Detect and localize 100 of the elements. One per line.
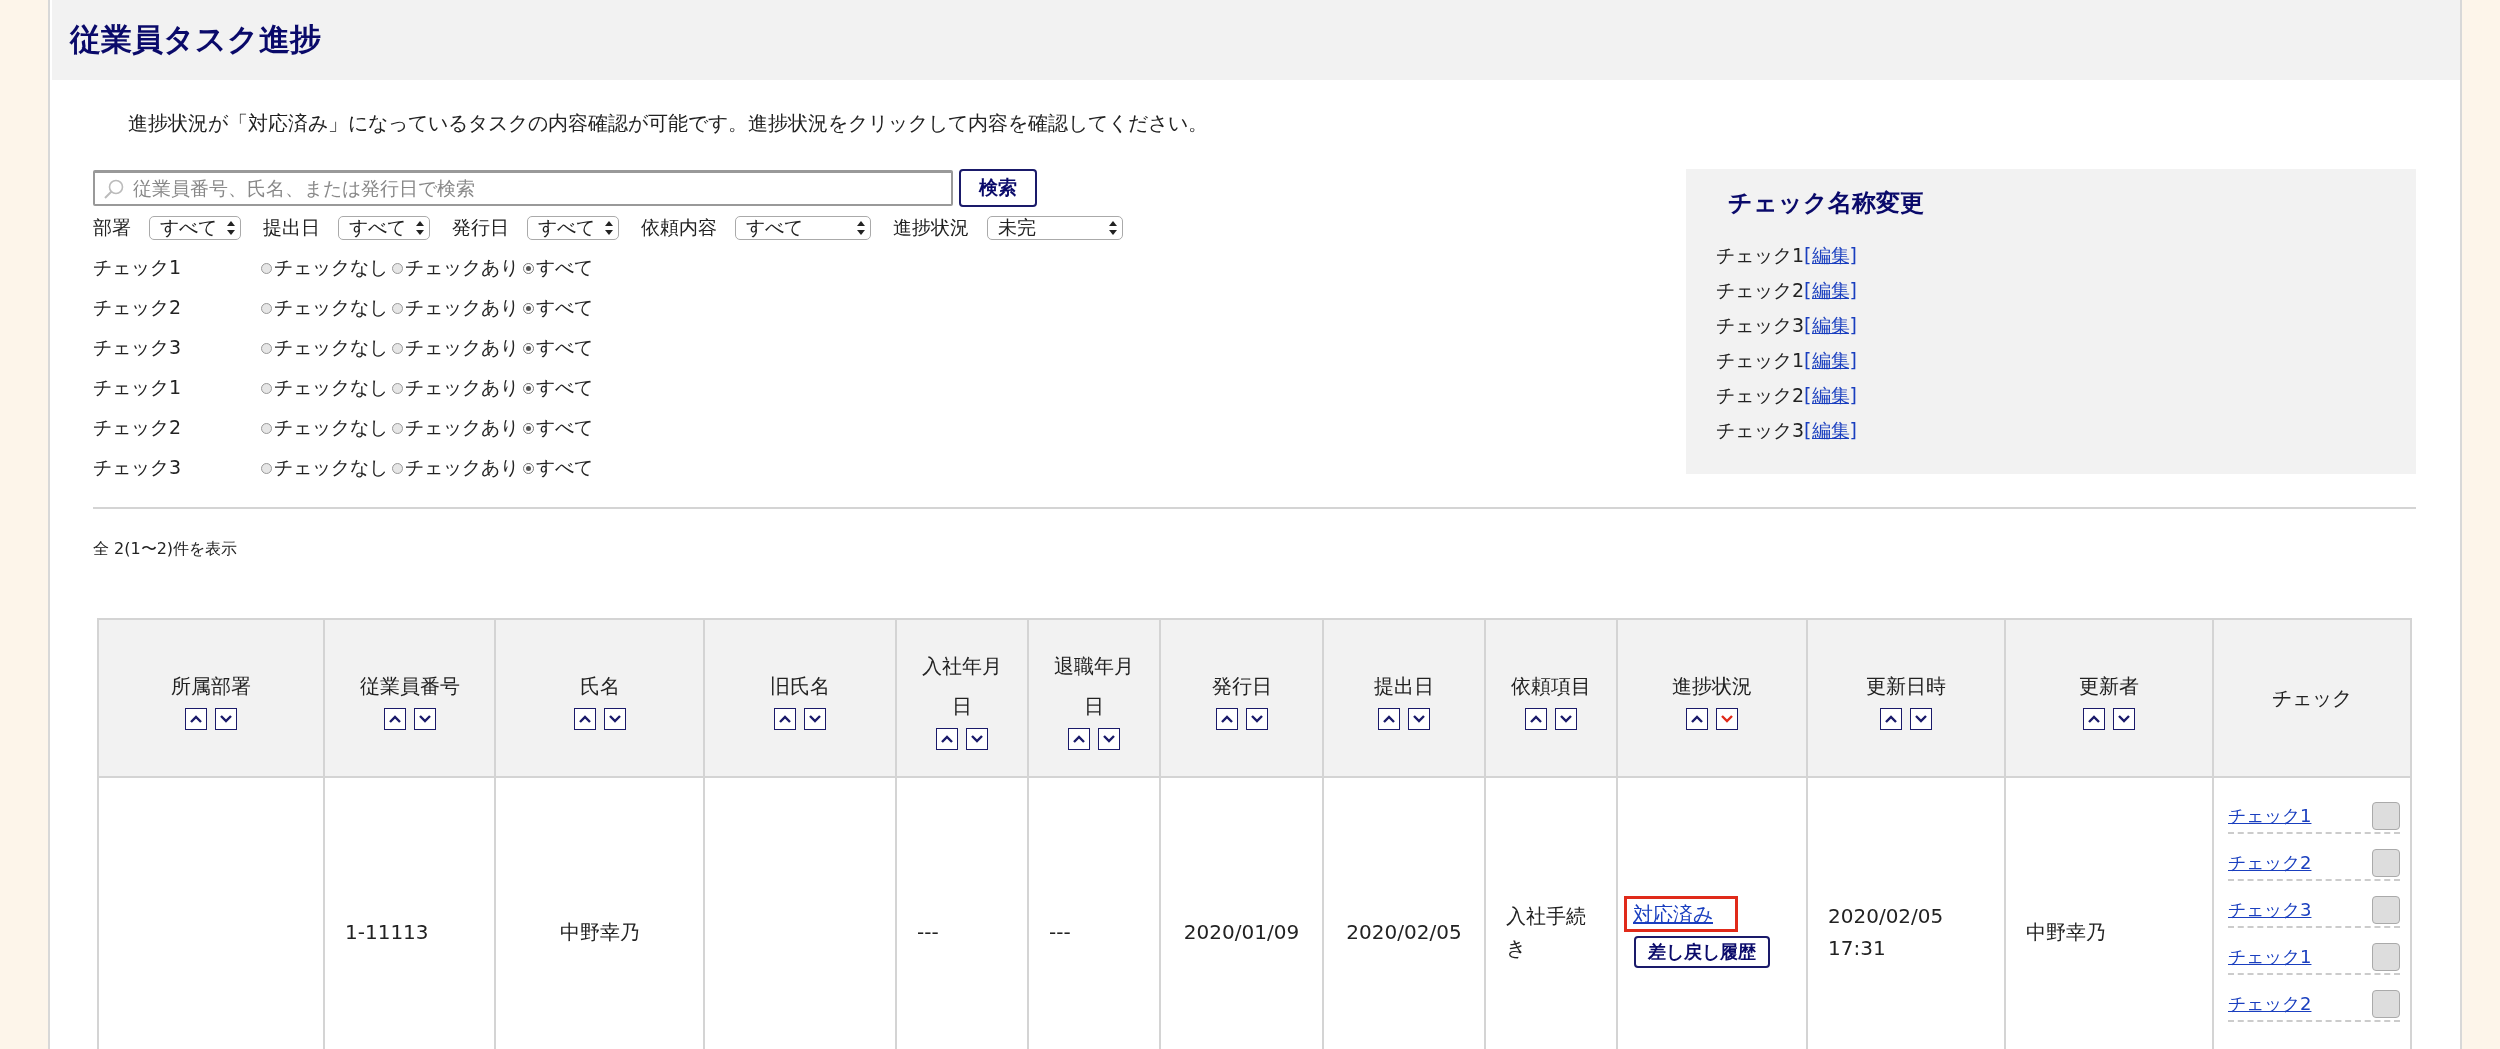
sort-ascending-button[interactable] <box>1880 708 1902 730</box>
filter-dropdown[interactable]: 未完 <box>987 216 1123 240</box>
radio-option[interactable]: チェックあり <box>392 335 519 361</box>
column-title: 従業員番号 <box>359 674 460 698</box>
column-title: 退職年月日 <box>1054 654 1134 718</box>
check-name: チェック1 <box>1716 348 1805 373</box>
radio-option[interactable]: チェックなし <box>261 295 388 321</box>
sort-ascending-button[interactable] <box>1525 708 1547 730</box>
filter-dropdown[interactable]: すべて <box>149 216 241 240</box>
edit-link[interactable]: [編集] <box>1804 278 1857 304</box>
filter-label: 部署 <box>93 215 131 240</box>
check-filter-label: チェック2 <box>93 295 183 320</box>
radio-option[interactable]: チェックなし <box>261 375 388 401</box>
check-name: チェック2 <box>1716 278 1805 303</box>
sort-ascending-button[interactable] <box>383 708 406 730</box>
sort-descending-button[interactable] <box>1555 708 1577 730</box>
radio-option[interactable]: すべて <box>523 415 593 441</box>
sort-descending-button[interactable] <box>2113 708 2135 730</box>
chevron-down-icon <box>607 714 622 724</box>
sort-descending-button[interactable] <box>1408 708 1430 730</box>
check-link[interactable]: チェック1 <box>2228 800 2312 832</box>
status-link[interactable]: 対応済み <box>1624 896 1738 932</box>
chevron-up-icon <box>387 714 402 724</box>
radio-option[interactable]: チェックあり <box>392 295 519 321</box>
checkbox[interactable] <box>2372 943 2400 971</box>
search-field[interactable]: 従業員番号、氏名、または発行日で検索 <box>93 170 953 206</box>
history-button[interactable]: 差し戻し履歴 <box>1634 936 1770 968</box>
radio-option[interactable]: すべて <box>523 295 593 321</box>
column-title: 依頼項目 <box>1511 674 1591 698</box>
filter-dropdown[interactable]: すべて <box>527 216 619 240</box>
search-icon <box>103 177 125 200</box>
chevron-down-icon <box>970 734 984 744</box>
sort-ascending-button[interactable] <box>1686 708 1708 730</box>
updown-arrows-icon <box>1108 219 1118 237</box>
sort-descending-button[interactable] <box>603 708 626 730</box>
sort-ascending-button[interactable] <box>573 708 596 730</box>
check-filter-label: チェック1 <box>93 255 183 280</box>
edit-link[interactable]: [編集] <box>1804 348 1857 374</box>
check-link[interactable]: チェック2 <box>2228 988 2312 1020</box>
column-title: 更新者 <box>2079 674 2139 698</box>
radio-option[interactable]: すべて <box>523 335 593 361</box>
chevron-up-icon <box>189 714 203 724</box>
radio-option[interactable]: チェックなし <box>261 415 388 441</box>
sort-descending-button[interactable] <box>215 708 237 730</box>
sort-ascending-button[interactable] <box>2083 708 2105 730</box>
sort-descending-button[interactable] <box>966 728 988 750</box>
radio-option[interactable]: チェックなし <box>261 335 388 361</box>
filter-label: 進捗状況 <box>893 215 969 240</box>
sort-descending-button[interactable] <box>413 708 436 730</box>
sort-descending-button[interactable] <box>804 708 826 730</box>
check-link[interactable]: チェック1 <box>2228 941 2312 973</box>
check-link[interactable]: チェック3 <box>2228 894 2312 926</box>
sort-ascending-button[interactable] <box>774 708 796 730</box>
sort-ascending-button[interactable] <box>1378 708 1400 730</box>
filter-dropdown[interactable]: すべて <box>735 216 871 240</box>
result-count: 全 2(1〜2)件を表示 <box>93 539 239 560</box>
checkbox[interactable] <box>2372 802 2400 830</box>
column-title: 発行日 <box>1211 674 1272 698</box>
chevron-down-icon <box>1412 714 1426 724</box>
chevron-up-icon <box>1690 714 1704 724</box>
chevron-down-icon <box>808 714 822 724</box>
check-name: チェック2 <box>1716 383 1805 408</box>
radio-option[interactable]: チェックあり <box>392 375 519 401</box>
sort-ascending-button[interactable] <box>1215 708 1238 730</box>
radio-option[interactable]: チェックあり <box>392 415 519 441</box>
checkbox[interactable] <box>2372 896 2400 924</box>
updown-arrows-icon <box>856 219 866 237</box>
radio-option[interactable]: すべて <box>523 375 593 401</box>
radio-option[interactable]: すべて <box>523 255 593 281</box>
chevron-down-icon <box>1559 714 1573 724</box>
radio-option[interactable]: チェックあり <box>392 255 519 281</box>
sort-descending-button[interactable] <box>1245 708 1268 730</box>
radio-option[interactable]: チェックなし <box>261 455 388 481</box>
search-button[interactable]: 検索 <box>959 169 1037 207</box>
updown-arrows-icon <box>415 219 425 237</box>
radio-option[interactable]: すべて <box>523 455 593 481</box>
checkbox[interactable] <box>2372 990 2400 1018</box>
edit-link[interactable]: [編集] <box>1804 243 1857 269</box>
chevron-up-icon <box>1884 714 1898 724</box>
check-link[interactable]: チェック2 <box>2228 847 2312 879</box>
check-filter-label: チェック2 <box>93 415 183 440</box>
checkbox[interactable] <box>2372 849 2400 877</box>
sort-descending-button[interactable] <box>1716 708 1738 730</box>
sort-descending-button[interactable] <box>1910 708 1932 730</box>
edit-link[interactable]: [編集] <box>1804 383 1857 409</box>
sort-descending-button[interactable] <box>1098 728 1120 750</box>
sort-ascending-button[interactable] <box>185 708 207 730</box>
radio-option[interactable]: チェックあり <box>392 455 519 481</box>
edit-link[interactable]: [編集] <box>1804 418 1857 444</box>
check-filter-label: チェック3 <box>93 455 183 480</box>
sort-ascending-button[interactable] <box>936 728 958 750</box>
check-filter-label: チェック1 <box>93 375 183 400</box>
filter-dropdown[interactable]: すべて <box>338 216 430 240</box>
edit-link[interactable]: [編集] <box>1804 313 1857 339</box>
sort-ascending-button[interactable] <box>1068 728 1090 750</box>
panel-title: チェック名称変更 <box>1728 188 1925 219</box>
radio-option[interactable]: チェックなし <box>261 255 388 281</box>
column-title: チェック <box>2272 686 2352 710</box>
column-title: 旧氏名 <box>770 674 830 698</box>
filter-label: 提出日 <box>263 215 320 240</box>
